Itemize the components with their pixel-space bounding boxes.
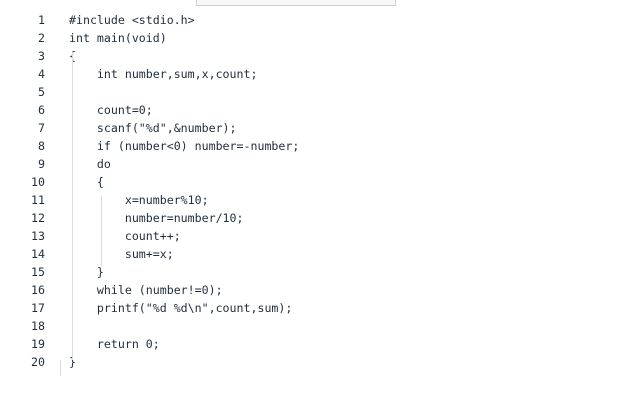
line-number: 12: [31, 211, 45, 225]
code-text[interactable]: sum+=x;: [69, 245, 174, 263]
line-number: 4: [38, 67, 45, 81]
code-text[interactable]: return 0;: [69, 335, 160, 353]
line-number: 20: [31, 355, 45, 369]
code-text[interactable]: x=number%10;: [69, 191, 209, 209]
code-line[interactable]: 17 printf("%d %d\n",count,sum);: [0, 299, 623, 317]
code-line[interactable]: 15 }: [0, 263, 623, 281]
code-line[interactable]: 4 int number,sum,x,count;: [0, 65, 623, 83]
code-line[interactable]: 19 return 0;: [0, 335, 623, 353]
code-text[interactable]: int number,sum,x,count;: [69, 65, 258, 83]
code-line[interactable]: 10 {: [0, 173, 623, 191]
line-number: 16: [31, 283, 45, 297]
editor-tab[interactable]: [196, 0, 396, 6]
code-line[interactable]: 8 if (number<0) number=-number;: [0, 137, 623, 155]
code-text[interactable]: }: [69, 263, 104, 281]
line-number: 6: [38, 103, 45, 117]
line-number: 10: [31, 175, 45, 189]
code-text[interactable]: {: [69, 173, 104, 191]
code-line[interactable]: 1 #include <stdio.h>: [0, 11, 623, 29]
code-text[interactable]: printf("%d %d\n",count,sum);: [69, 299, 292, 317]
code-text[interactable]: do: [69, 155, 111, 173]
code-line[interactable]: 6 count=0;: [0, 101, 623, 119]
indent-guide-main: [72, 52, 73, 360]
code-line[interactable]: 11 x=number%10;: [0, 191, 623, 209]
indent-guide-loop: [101, 196, 102, 266]
code-line[interactable]: 7 scanf("%d",&number);: [0, 119, 623, 137]
code-text[interactable]: scanf("%d",&number);: [69, 119, 237, 137]
line-number: 1: [38, 13, 45, 27]
line-number: 7: [38, 121, 45, 135]
code-line[interactable]: 14 sum+=x;: [0, 245, 623, 263]
code-line[interactable]: 5: [0, 83, 623, 101]
code-line[interactable]: 9 do: [0, 155, 623, 173]
line-number: 19: [31, 337, 45, 351]
code-line[interactable]: 2 int main(void): [0, 29, 623, 47]
line-number: 5: [38, 85, 45, 99]
code-line[interactable]: 18: [0, 317, 623, 335]
line-number: 14: [31, 247, 45, 261]
code-text[interactable]: number=number/10;: [69, 209, 244, 227]
code-text[interactable]: int main(void): [69, 29, 167, 47]
line-number: 13: [31, 229, 45, 243]
line-number: 9: [38, 157, 45, 171]
code-editor[interactable]: 1#include <stdio.h>2int main(void)3{4 in…: [0, 0, 623, 412]
code-line[interactable]: 13 count++;: [0, 227, 623, 245]
code-text[interactable]: #include <stdio.h>: [69, 11, 195, 29]
line-number: 11: [31, 193, 45, 207]
code-text[interactable]: count=0;: [69, 101, 153, 119]
code-line[interactable]: 16 while (number!=0);: [0, 281, 623, 299]
line-number: 15: [31, 265, 45, 279]
code-text[interactable]: if (number<0) number=-number;: [69, 137, 299, 155]
code-text[interactable]: while (number!=0);: [69, 281, 223, 299]
line-number: 17: [31, 301, 45, 315]
line-number: 8: [38, 139, 45, 153]
code-line[interactable]: 3{: [0, 47, 623, 65]
line-marker: [60, 360, 61, 376]
code-line[interactable]: 12 number=number/10;: [0, 209, 623, 227]
code-text[interactable]: count++;: [69, 227, 181, 245]
code-line[interactable]: 20}: [0, 353, 623, 371]
line-number: 18: [31, 319, 45, 333]
line-number: 2: [38, 31, 45, 45]
line-number: 3: [38, 49, 45, 63]
